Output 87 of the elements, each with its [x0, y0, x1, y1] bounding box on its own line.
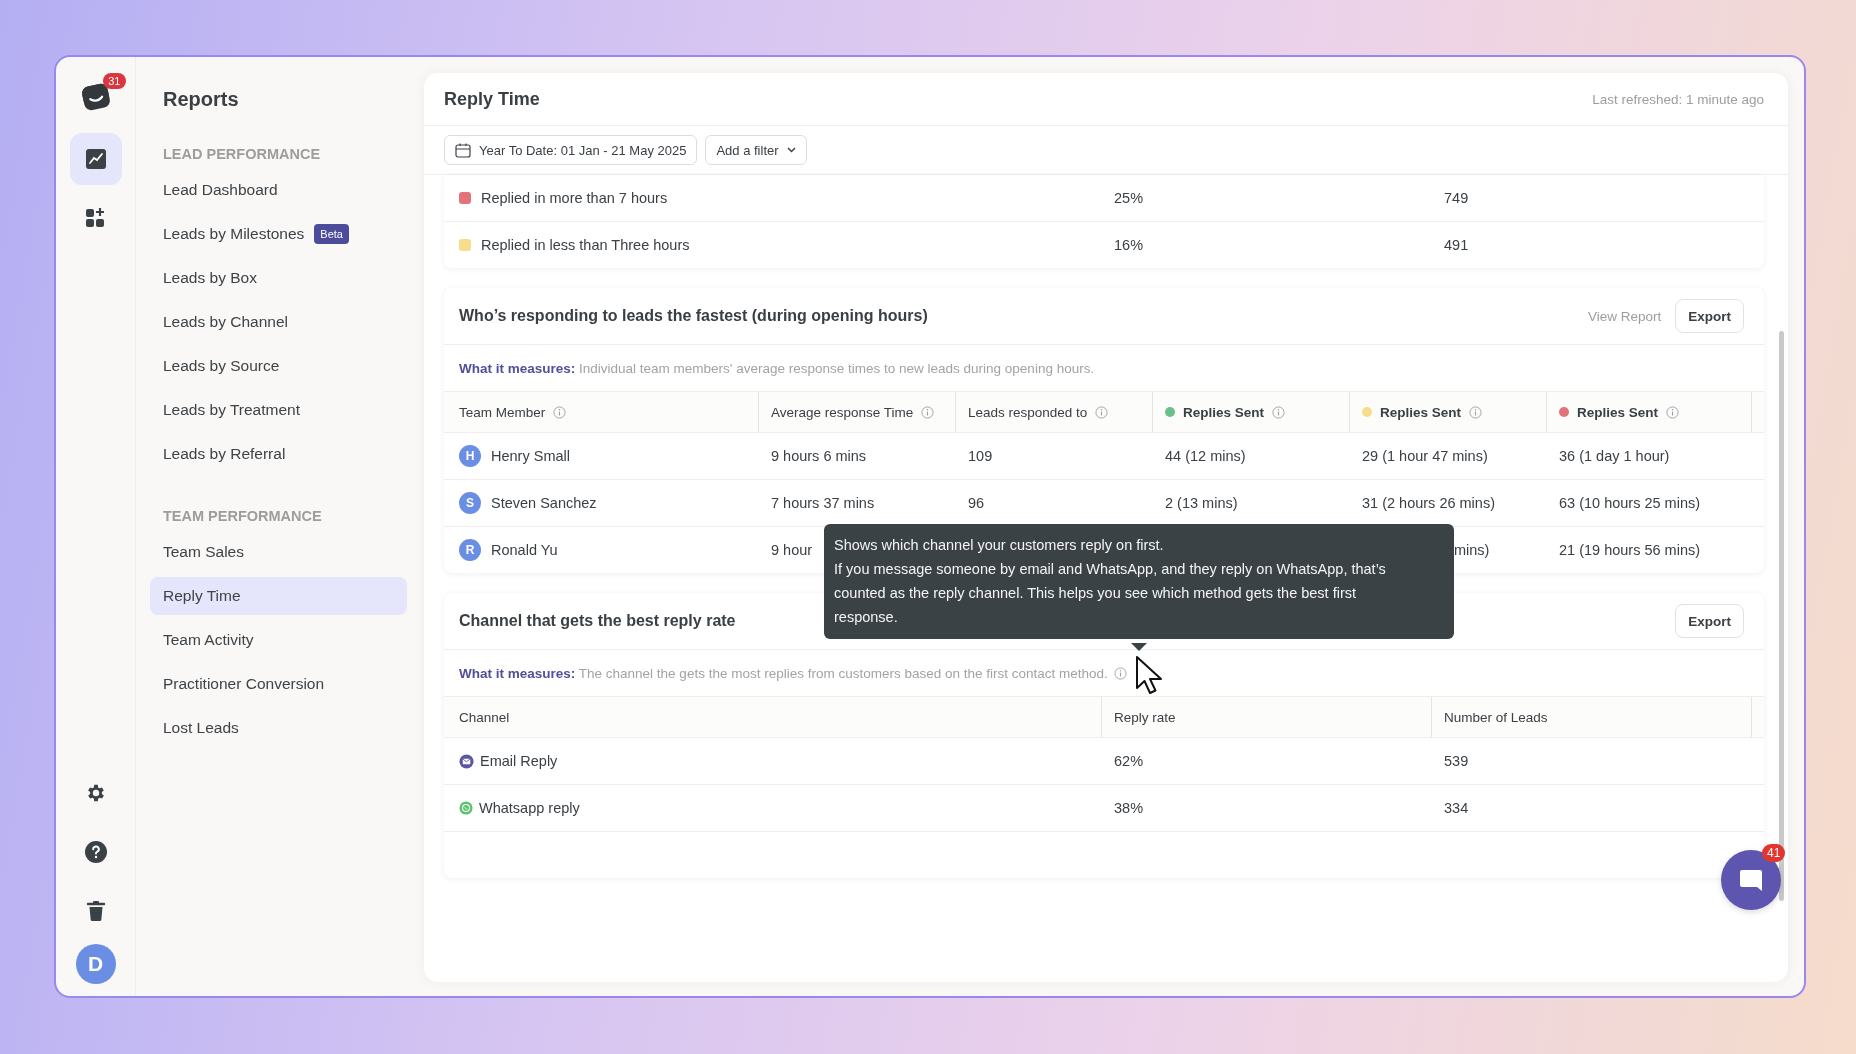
date-range-button[interactable]: Year To Date: 01 Jan - 21 May 2025	[444, 135, 698, 165]
column-header: Leads responded to	[968, 404, 1088, 420]
line-chart-icon	[84, 148, 107, 170]
info-icon[interactable]	[1113, 666, 1127, 680]
section-title: Who’s responding to leads the fastest (during opening hours)	[459, 307, 928, 325]
info-icon[interactable]	[1469, 405, 1483, 419]
measure-description: What it measures: The channel the gets the most replies from customers based on the first contact method.	[459, 665, 1108, 681]
table-cell: 109	[968, 448, 993, 464]
table-cell: Replied in less than Three hours	[481, 237, 690, 253]
apps-add-icon	[84, 206, 107, 228]
table-cell-text: 491	[1444, 237, 1470, 253]
info-icon[interactable]	[1095, 405, 1109, 419]
table-cell: Whatsapp reply	[479, 800, 580, 816]
column-header: Reply rate	[1114, 709, 1176, 725]
last-refreshed-text: Last refreshed: 1 minute ago	[1592, 91, 1764, 107]
tooltip-text: If you message someone by email and WhatsApp, and they reply on WhatsApp, that’s counted as the reply channel. This helps you see which method gets the best first response.	[834, 560, 1387, 627]
table-cell: 44 (12 mins)	[1165, 448, 1246, 464]
envelope-icon	[459, 753, 474, 769]
member-avatar: R	[459, 539, 481, 561]
chat-bubble-icon	[1738, 867, 1764, 893]
sidebar-item[interactable]: Team Sales	[150, 533, 407, 571]
table-cell: 96	[968, 495, 985, 511]
whatsapp-icon	[459, 801, 473, 815]
sidebar-item[interactable]: Leads by Referral	[150, 435, 407, 473]
sidebar-item[interactable]: Practitioner Conversion	[150, 665, 407, 703]
table-cell: Steven Sanchez	[491, 495, 597, 511]
export-button[interactable]: Export	[1675, 299, 1744, 333]
table-cell: 31 (2 hours 26 mins)	[1362, 495, 1495, 511]
column-header: Average response Time	[771, 404, 914, 420]
column-header: Replies Sent	[1380, 404, 1462, 420]
table-cell-text: 539	[1444, 753, 1470, 769]
help-icon[interactable]	[83, 839, 108, 864]
sidebar-item[interactable]: Reply Time	[150, 577, 407, 615]
sidebar-item[interactable]: Leads by Box	[150, 259, 407, 297]
table-cell-text: 62%	[1114, 753, 1145, 769]
column-header: Channel	[459, 709, 510, 725]
chevron-down-icon	[786, 147, 796, 153]
add-filter-button[interactable]: Add a filter	[705, 135, 807, 165]
table-cell-text: 749	[1444, 190, 1470, 206]
section-title: Channel that gets the best reply rate	[459, 612, 736, 630]
sidebar-item[interactable]: Lead Dashboard	[150, 171, 407, 209]
table-cell: 9 hours 6 mins	[771, 448, 867, 464]
measure-description: What it measures: Individual team members' average response times to new leads during opening hours.	[459, 360, 1095, 376]
sidebar-item[interactable]: Team Activity	[150, 621, 407, 659]
member-avatar: S	[459, 492, 481, 514]
table-cell: 63 (10 hours 25 mins)	[1559, 495, 1701, 511]
sidebar-item[interactable]: Leads by Treatment	[150, 391, 407, 429]
column-header: Team Member	[459, 404, 546, 420]
section-heading: LEAD PERFORMANCE	[162, 145, 322, 164]
calendar-icon	[455, 142, 471, 158]
table-cell: mins)	[1454, 542, 1490, 558]
table-cell: 9 hour	[771, 542, 813, 558]
column-header: Replies Sent	[1183, 404, 1265, 420]
export-button[interactable]: Export	[1675, 604, 1744, 638]
rail-button[interactable]	[69, 133, 122, 185]
info-icon[interactable]	[1666, 405, 1680, 419]
tooltip-text: Shows which channel your customers reply on first.	[834, 536, 1165, 555]
table-cell: 29 (1 hour 47 mins)	[1362, 448, 1488, 464]
table-cell: 7 hours 37 mins	[771, 495, 875, 511]
section-heading: TEAM PERFORMANCE	[162, 507, 323, 526]
table-cell: 21 (19 hours 56 mins)	[1559, 542, 1701, 558]
sidebar-item[interactable]: Leads by Milestones Beta	[150, 215, 407, 253]
table-cell: 36 (1 day 1 hour)	[1559, 448, 1670, 464]
table-cell-text: 25%	[1114, 190, 1145, 206]
scrollbar[interactable]	[1779, 331, 1784, 901]
info-icon[interactable]	[553, 405, 567, 419]
info-icon[interactable]	[1272, 405, 1286, 419]
table-cell-text: 334	[1444, 800, 1470, 816]
trash-icon[interactable]	[85, 899, 106, 922]
info-icon[interactable]	[921, 405, 935, 419]
table-cell: Replied in more than 7 hours	[481, 190, 668, 206]
column-header: Number of Leads	[1444, 709, 1548, 725]
page-title: Reply Time	[444, 88, 540, 110]
table-cell-text: 38%	[1114, 800, 1145, 816]
sidebar-title: Reports	[162, 87, 240, 112]
notification-badge: 31	[103, 73, 126, 89]
sidebar-item[interactable]: Leads by Source	[150, 347, 407, 385]
table-cell: 2 (13 mins)	[1165, 495, 1238, 511]
table-cell: Henry Small	[491, 448, 570, 464]
column-header: Replies Sent	[1577, 404, 1659, 420]
member-avatar: H	[459, 445, 481, 467]
sidebar-item[interactable]: Leads by Channel	[150, 303, 407, 341]
table-cell: Ronald Yu	[491, 542, 558, 558]
beta-badge: Beta	[314, 224, 349, 244]
table-cell-text: 16%	[1114, 237, 1145, 253]
table-cell: Email Reply	[480, 753, 558, 769]
sidebar-item[interactable]: Lost Leads	[150, 709, 407, 747]
